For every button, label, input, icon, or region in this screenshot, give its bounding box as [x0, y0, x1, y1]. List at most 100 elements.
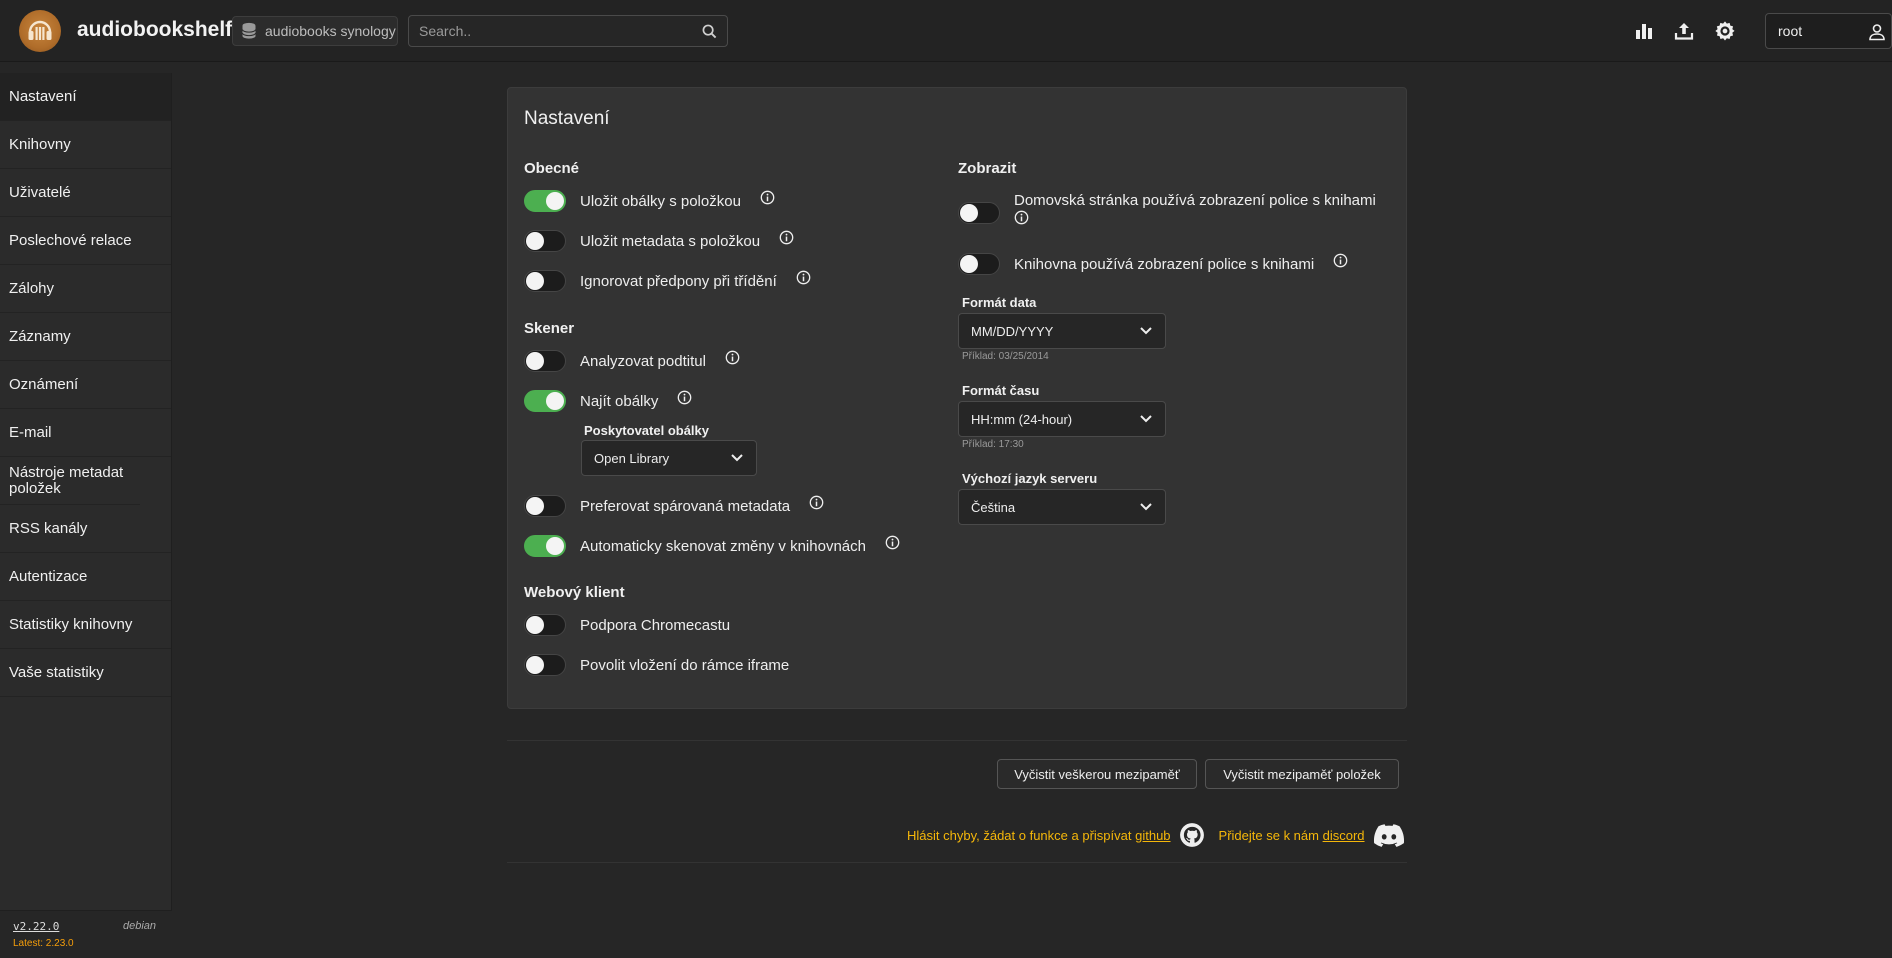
- app-title[interactable]: audiobookshelf: [77, 18, 232, 42]
- user-menu-button[interactable]: root: [1765, 13, 1892, 49]
- date-example: Příklad: 03/25/2014: [962, 351, 1049, 362]
- date-format-label: Formát data: [962, 295, 1037, 310]
- setting-find-covers: Najít obálky: [524, 390, 692, 412]
- sidebar-item-your-stats[interactable]: Vaše statistiky: [0, 649, 171, 697]
- find-covers-toggle[interactable]: [524, 390, 566, 412]
- github-link[interactable]: github: [1135, 828, 1170, 843]
- date-format-value: MM/DD/YYYY: [971, 323, 1054, 339]
- library-selector[interactable]: audiobooks synology: [232, 16, 398, 46]
- auto-scan-toggle[interactable]: [524, 535, 566, 557]
- setting-parse-subtitle: Analyzovat podtitul: [524, 350, 740, 372]
- setting-store-metadata: Uložit metadata s položkou: [524, 230, 794, 252]
- server-language-select[interactable]: Čeština: [958, 489, 1166, 525]
- divider: [507, 740, 1407, 741]
- footer-links: Hlásit chyby, žádat o funkce a přispívat…: [907, 822, 1405, 848]
- sidebar-item-settings[interactable]: Nastavení: [0, 73, 171, 121]
- section-web-client-title: Webový klient: [524, 584, 625, 601]
- discord-link[interactable]: discord: [1323, 828, 1365, 843]
- search-icon[interactable]: [702, 24, 717, 39]
- time-format-value: HH:mm (24-hour): [971, 411, 1073, 427]
- store-metadata-toggle[interactable]: [524, 230, 566, 252]
- cover-provider-label: Poskytovatel obálky: [584, 423, 709, 438]
- chevron-down-icon: [731, 454, 743, 462]
- setting-ignore-prefixes: Ignorovat předpony při třídění: [524, 270, 811, 292]
- info-icon[interactable]: [725, 350, 740, 365]
- sidebar-item-notifications[interactable]: Oznámení: [0, 361, 171, 409]
- sidebar-item-listening-sessions[interactable]: Poslechové relace: [0, 217, 171, 265]
- username: root: [1778, 23, 1803, 39]
- search-box: [408, 15, 728, 47]
- setting-prefer-matched: Preferovat spárovaná metadata: [524, 495, 824, 517]
- sidebar-item-email[interactable]: E-mail: [0, 409, 171, 457]
- search-input[interactable]: [419, 23, 702, 39]
- sidebar-item-users[interactable]: Uživatelé: [0, 169, 171, 217]
- iframe-label: Povolit vložení do rámce iframe: [580, 656, 790, 674]
- report-text: Hlásit chyby, žádat o funkce a přispívat: [907, 827, 1132, 843]
- sidebar-item-backups[interactable]: Zálohy: [0, 265, 171, 313]
- iframe-toggle[interactable]: [524, 654, 566, 676]
- date-format-select[interactable]: MM/DD/YYYY: [958, 313, 1166, 349]
- chromecast-label: Podpora Chromecastu: [580, 616, 731, 634]
- cover-provider-select[interactable]: Open Library: [581, 440, 757, 476]
- app-logo[interactable]: [19, 10, 61, 52]
- library-shelf-label: Knihovna používá zobrazení police s knih…: [1014, 255, 1315, 273]
- setting-auto-scan: Automaticky skenovat změny v knihovnách: [524, 535, 900, 557]
- purge-items-cache-button[interactable]: Vyčistit mezipaměť položek: [1205, 759, 1399, 789]
- home-shelf-label: Domovská stránka používá zobrazení polic…: [1014, 192, 1376, 209]
- info-icon[interactable]: [760, 190, 775, 205]
- setting-home-shelf: Domovská stránka používá zobrazení polic…: [1014, 192, 1394, 230]
- library-shelf-toggle[interactable]: [958, 253, 1000, 275]
- info-icon[interactable]: [1014, 210, 1029, 225]
- chevron-down-icon: [1140, 327, 1152, 335]
- section-scanner-title: Skener: [524, 320, 575, 337]
- settings-panel: Nastavení Obecné Uložit obálky s položko…: [507, 87, 1407, 709]
- latest-version-link[interactable]: Latest: 2.23.0: [13, 938, 74, 949]
- chevron-down-icon: [1140, 503, 1152, 511]
- user-icon: [1868, 23, 1886, 44]
- sidebar-item-authentication[interactable]: Autentizace: [0, 553, 171, 601]
- parse-subtitle-toggle[interactable]: [524, 350, 566, 372]
- sidebar-item-libraries[interactable]: Knihovny: [0, 121, 171, 169]
- time-format-select[interactable]: HH:mm (24-hour): [958, 401, 1166, 437]
- github-icon[interactable]: [1179, 822, 1205, 848]
- top-bar: audiobookshelf audiobooks synology Searc…: [0, 0, 1892, 62]
- info-icon[interactable]: [1333, 253, 1348, 268]
- setting-chromecast: Podpora Chromecastu: [524, 614, 730, 636]
- discord-icon[interactable]: [1373, 823, 1405, 847]
- sidebar-item-item-metadata-utils[interactable]: Nástroje metadat položek: [0, 457, 140, 505]
- footer-divider: [507, 862, 1407, 863]
- info-icon[interactable]: [677, 390, 692, 405]
- info-icon[interactable]: [809, 495, 824, 510]
- ignore-prefixes-toggle[interactable]: [524, 270, 566, 292]
- sidebar-footer: v2.22.0 debian Latest: 2.23.0: [0, 910, 172, 958]
- sidebar-item-logs[interactable]: Záznamy: [0, 313, 171, 361]
- library-name: audiobooks synology: [265, 23, 396, 39]
- info-icon[interactable]: [885, 535, 900, 550]
- store-covers-label: Uložit obálky s položkou: [580, 192, 741, 210]
- section-general-title: Obecné: [524, 160, 580, 177]
- os-label: debian: [123, 920, 157, 932]
- time-format-label: Formát času: [962, 383, 1040, 398]
- sidebar-item-rss-feeds[interactable]: RSS kanály: [0, 505, 171, 553]
- sidebar-item-library-stats[interactable]: Statistiky knihovny: [0, 601, 171, 649]
- cover-provider-value: Open Library: [594, 450, 670, 466]
- prefer-matched-toggle[interactable]: [524, 495, 566, 517]
- home-shelf-toggle[interactable]: [958, 202, 1000, 224]
- settings-gear-icon[interactable]: [1713, 19, 1737, 43]
- headphones-books-icon: [28, 20, 52, 40]
- store-covers-toggle[interactable]: [524, 190, 566, 212]
- parse-subtitle-label: Analyzovat podtitul: [580, 352, 706, 370]
- info-icon[interactable]: [796, 270, 811, 285]
- setting-iframe: Povolit vložení do rámce iframe: [524, 654, 789, 676]
- stats-icon[interactable]: [1632, 19, 1656, 43]
- setting-library-shelf: Knihovna používá zobrazení police s knih…: [958, 253, 1348, 275]
- purge-all-cache-button[interactable]: Vyčistit veškerou mezipaměť: [997, 759, 1197, 789]
- version-link[interactable]: v2.22.0: [13, 920, 59, 933]
- chromecast-toggle[interactable]: [524, 614, 566, 636]
- time-example: Příklad: 17:30: [962, 439, 1024, 450]
- info-icon[interactable]: [779, 230, 794, 245]
- server-language-value: Čeština: [971, 499, 1016, 515]
- setting-store-covers: Uložit obálky s položkou: [524, 190, 775, 212]
- upload-icon[interactable]: [1672, 19, 1696, 43]
- page-title: Nastavení: [524, 108, 610, 129]
